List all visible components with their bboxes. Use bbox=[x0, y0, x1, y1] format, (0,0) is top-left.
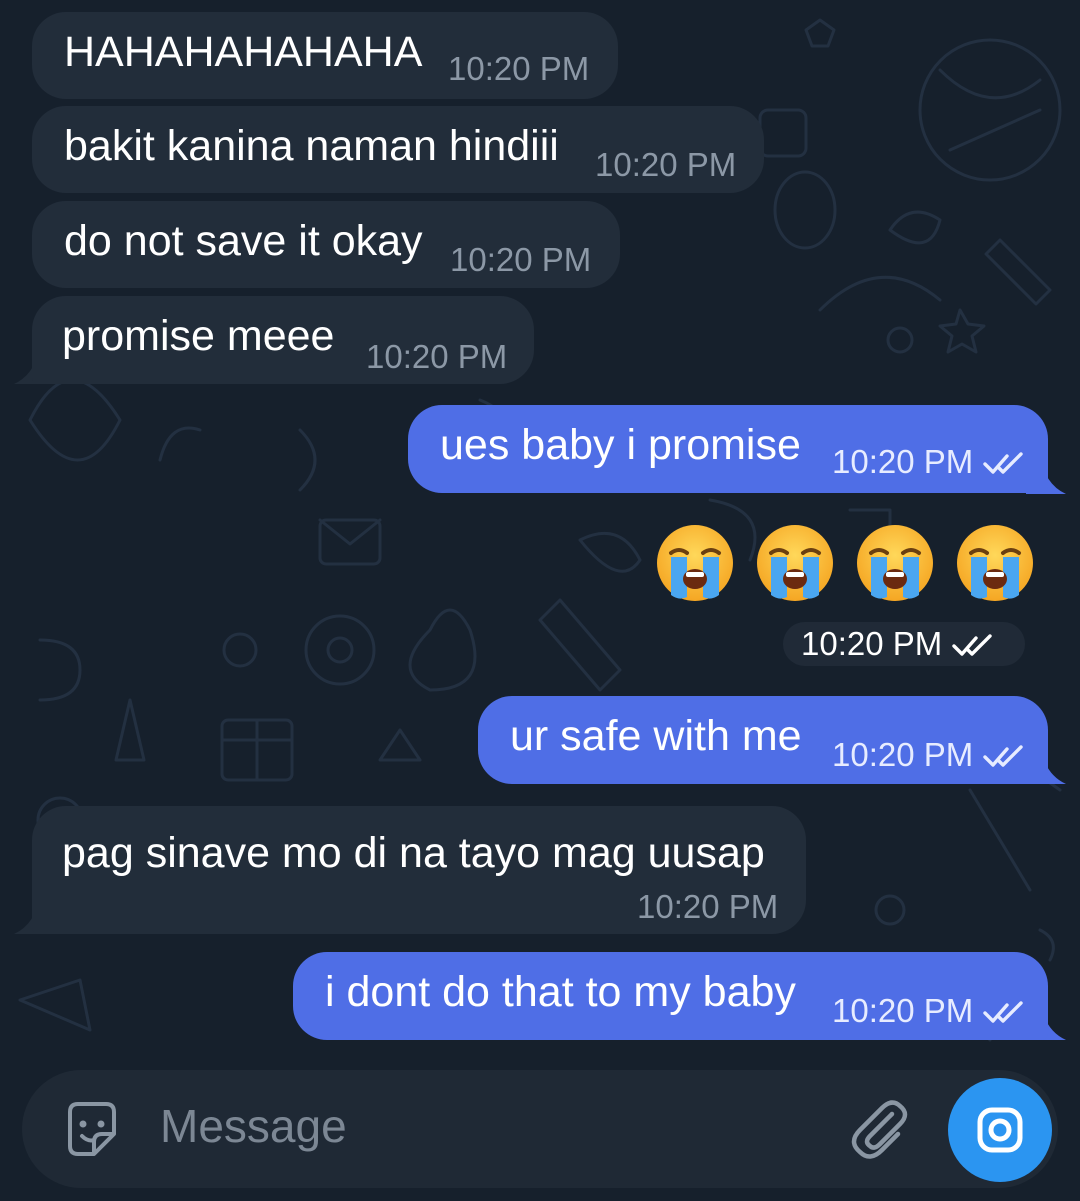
message-time: 10:20 PM bbox=[366, 338, 508, 375]
incoming-message[interactable]: HAHAHAHAHAHA 10:20 PM bbox=[32, 12, 618, 99]
incoming-message[interactable]: do not save it okay 10:20 PM bbox=[32, 201, 620, 288]
message-text: ues baby i promise bbox=[440, 421, 801, 470]
message-time-label: 10:20 PM bbox=[832, 443, 974, 480]
message-text: pag sinave mo di na tayo mag uusap bbox=[62, 829, 765, 877]
message-time: 10:20 PM bbox=[832, 445, 1027, 478]
incoming-message[interactable]: promise meee 10:20 PM bbox=[32, 296, 534, 384]
incoming-message[interactable]: bakit kanina naman hindiii 10:20 PM bbox=[32, 106, 764, 193]
message-time: 10:20 PM bbox=[450, 241, 592, 278]
message-text: HAHAHAHAHAHA bbox=[64, 27, 423, 76]
outgoing-message[interactable]: ues baby i promise 10:20 PM bbox=[408, 405, 1048, 493]
message-time: 10:20 PM bbox=[595, 146, 737, 183]
message-time-label: 10:20 PM bbox=[832, 992, 974, 1029]
incoming-message[interactable]: pag sinave mo di na tayo mag uusap 10:20… bbox=[32, 806, 806, 934]
loudly-crying-face-icon bbox=[957, 525, 1033, 601]
camera-button[interactable] bbox=[948, 1078, 1052, 1182]
message-text: i dont do that to my baby bbox=[325, 968, 796, 1017]
double-check-icon bbox=[983, 745, 1023, 767]
emoji-message[interactable] bbox=[655, 523, 1035, 607]
message-composer[interactable]: Message bbox=[22, 1070, 1058, 1188]
loudly-crying-face-icon bbox=[757, 525, 833, 601]
message-list[interactable]: HAHAHAHAHAHA 10:20 PM bakit kanina naman… bbox=[0, 0, 1080, 1060]
message-time: 10:20 PM bbox=[637, 888, 779, 925]
double-check-icon bbox=[983, 452, 1023, 474]
camera-icon bbox=[977, 1107, 1023, 1153]
message-text: ur safe with me bbox=[510, 712, 802, 761]
paperclip-icon[interactable] bbox=[848, 1096, 912, 1160]
outgoing-message[interactable]: ur safe with me 10:20 PM bbox=[478, 696, 1048, 784]
message-time: 10:20 PM bbox=[832, 994, 1027, 1027]
message-text: do not save it okay bbox=[64, 216, 423, 265]
loudly-crying-face-icon bbox=[657, 525, 733, 601]
loudly-crying-face-icon bbox=[857, 525, 933, 601]
message-time-label: 10:20 PM bbox=[801, 625, 943, 662]
double-check-icon bbox=[952, 634, 992, 656]
double-check-icon bbox=[983, 1001, 1023, 1023]
outgoing-message[interactable]: i dont do that to my baby 10:20 PM bbox=[293, 952, 1048, 1040]
message-input[interactable]: Message bbox=[160, 1103, 347, 1149]
message-time: 10:20 PM bbox=[448, 50, 590, 87]
message-text: bakit kanina naman hindiii bbox=[64, 121, 559, 170]
sticker-icon[interactable] bbox=[60, 1098, 124, 1162]
message-text: promise meee bbox=[62, 312, 335, 361]
message-time: 10:20 PM bbox=[832, 738, 1027, 771]
message-time-label: 10:20 PM bbox=[832, 736, 974, 773]
emoji-message-time: 10:20 PM bbox=[783, 622, 1025, 666]
